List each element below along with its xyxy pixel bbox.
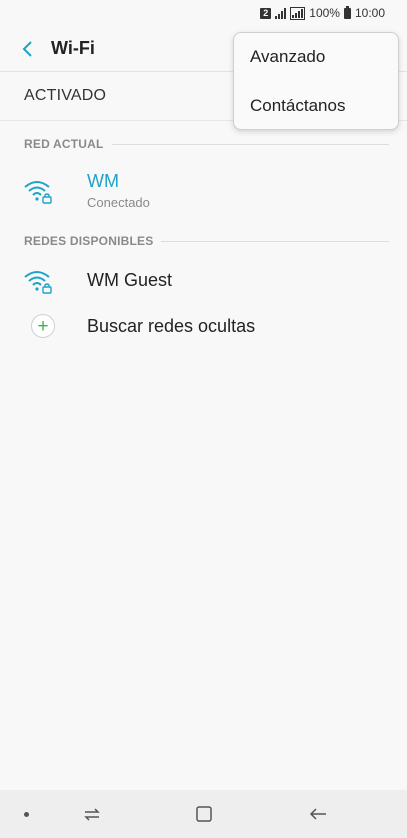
network-name: WM Guest bbox=[87, 269, 173, 290]
sim-badge: 2 bbox=[260, 7, 272, 19]
divider bbox=[111, 143, 389, 145]
clock: 10:00 bbox=[354, 6, 385, 20]
search-hidden-label: Buscar redes ocultas bbox=[87, 315, 256, 336]
battery-icon bbox=[343, 5, 351, 19]
chevron-left-icon bbox=[22, 40, 32, 57]
menu-item-avanzado[interactable]: Avanzado bbox=[250, 47, 325, 67]
signal-icon bbox=[275, 7, 287, 19]
wifi-locked-icon bbox=[24, 271, 52, 294]
current-network-header: RED ACTUAL bbox=[24, 137, 389, 151]
menu-item-contactanos[interactable]: Contáctanos bbox=[250, 96, 345, 116]
wifi-toggle-label: ACTIVADO bbox=[24, 87, 107, 104]
dot-icon bbox=[24, 812, 29, 817]
section-title: REDES DISPONIBLES bbox=[24, 234, 154, 248]
overflow-menu: Avanzado Contáctanos bbox=[233, 32, 399, 130]
plus-icon: + bbox=[31, 314, 55, 338]
battery-percent: 100% bbox=[309, 6, 340, 20]
wifi-locked-icon bbox=[24, 181, 52, 204]
back-arrow-icon bbox=[309, 808, 326, 820]
recent-apps-icon bbox=[84, 808, 100, 821]
available-networks-header: REDES DISPONIBLES bbox=[24, 234, 389, 248]
back-nav-button[interactable] bbox=[306, 802, 330, 826]
divider bbox=[161, 240, 389, 242]
network-item-wm-guest[interactable]: WM Guest bbox=[0, 260, 407, 300]
status-bar: 2 100% 10:00 bbox=[0, 0, 407, 26]
home-icon bbox=[196, 806, 212, 822]
signal-icon-2 bbox=[290, 6, 306, 20]
system-nav-bar bbox=[0, 790, 407, 838]
current-network-status: Conectado bbox=[87, 194, 150, 210]
recent-apps-button[interactable] bbox=[80, 802, 104, 826]
home-button[interactable] bbox=[192, 802, 216, 826]
section-title: RED ACTUAL bbox=[24, 137, 104, 151]
page-title: Wi-Fi bbox=[51, 38, 95, 58]
search-hidden-networks-button[interactable]: + Buscar redes ocultas bbox=[0, 306, 407, 346]
back-button[interactable] bbox=[12, 34, 42, 64]
current-network-name: WM bbox=[87, 170, 119, 191]
current-network-item[interactable]: WM Conectado bbox=[0, 166, 407, 214]
